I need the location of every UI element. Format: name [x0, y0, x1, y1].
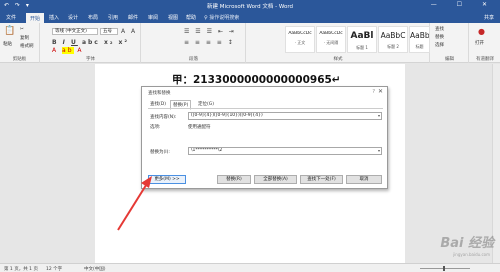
help-icon[interactable]: ?: [372, 89, 375, 95]
tab-find[interactable]: 查找(D): [148, 100, 168, 108]
paste-icon[interactable]: 📋: [4, 26, 15, 36]
zoom-slider[interactable]: [420, 268, 470, 269]
font-format-icons[interactable]: B I U abc x₂ x²: [52, 39, 129, 46]
window-controls[interactable]: — ☐ ✕: [431, 1, 496, 8]
font-group-label: 字体: [86, 57, 95, 62]
style-heading-1[interactable]: AaBl 标题 1: [347, 26, 377, 53]
styles-group: AaBbCcDc · 正文 AaBbCcDc · 无间隔 AaBl 标题 1 A…: [247, 23, 430, 63]
list-icons[interactable]: ☰ ☰ ☰ ⇤ ⇥: [184, 28, 236, 35]
tab-file[interactable]: 文件: [6, 14, 16, 21]
ribbon: 📋 粘贴 ✂ 复制 格式刷 剪贴板 等线 (中文正文) 五号 A A B I U…: [0, 23, 500, 63]
paragraph-group: ☰ ☰ ☰ ⇤ ⇥ ≡ ≡ ≡ ≡ ↕ 段落: [142, 23, 246, 63]
editing-group: 查找 替换 选择 编辑: [431, 23, 469, 63]
share-button[interactable]: 共享: [484, 14, 494, 21]
replace-button[interactable]: 替换: [435, 34, 444, 40]
alignment-icons[interactable]: ≡ ≡ ≡ ≡ ↕: [184, 39, 235, 46]
tab-design[interactable]: 设计: [68, 14, 78, 21]
zoom-slider-handle[interactable]: [443, 266, 445, 271]
font-group: 等线 (中文正文) 五号 A A B I U abc x₂ x² A ab A …: [41, 23, 141, 63]
options-value: 使用通配符: [188, 125, 211, 130]
tab-layout[interactable]: 布局: [88, 14, 98, 21]
editing-group-label: 编辑: [445, 57, 454, 62]
find-label: 查找内容(N):: [150, 115, 177, 120]
options-label: 选项:: [150, 125, 161, 130]
tab-view[interactable]: 视图: [168, 14, 178, 21]
tab-mailings[interactable]: 邮件: [128, 14, 138, 21]
baidu-watermark: Bai 经验: [440, 236, 494, 251]
annotation-arrow-icon: [117, 176, 152, 231]
replace-all-button[interactable]: 全部替换(A): [254, 175, 297, 184]
font-name-box[interactable]: 等线 (中文正文): [52, 28, 98, 35]
find-button[interactable]: 查找: [435, 26, 444, 32]
find-input[interactable]: ([0-9]{4})([0-9]{10})([0-9]{4}) ▾: [188, 112, 382, 120]
find-next-button[interactable]: 查找下一处(F): [300, 175, 343, 184]
word-count[interactable]: 12 个字: [46, 266, 62, 272]
clipboard-group-label: 剪贴板: [12, 57, 27, 62]
tab-review[interactable]: 审阅: [148, 14, 158, 21]
paragraph-group-label: 段落: [189, 57, 198, 62]
cut-button[interactable]: ✂: [20, 27, 24, 32]
baidu-watermark-url: jingyan.baidu.com: [453, 252, 490, 257]
replace-panel: 查找内容(N): ([0-9]{4})([0-9]{10})([0-9]{4})…: [148, 108, 383, 168]
tab-insert[interactable]: 插入: [49, 14, 59, 21]
tab-goto[interactable]: 定位(G): [196, 100, 216, 108]
dialog-title: 查找和替换: [148, 91, 171, 96]
page-count[interactable]: 第 1 页，共 1 页: [4, 266, 38, 272]
window-title: 新建 Microsoft Word 文档 - Word: [206, 4, 294, 10]
find-dropdown-icon[interactable]: ▾: [378, 113, 380, 119]
styles-group-label: 样式: [333, 57, 343, 62]
translate-icon[interactable]: ●: [478, 27, 485, 36]
arrow-head: [141, 176, 152, 188]
close-icon[interactable]: ✕: [378, 88, 383, 95]
language-indicator[interactable]: 中文(中国): [84, 266, 106, 272]
translate-group-label: 有道翻译: [476, 57, 494, 62]
tab-help[interactable]: 帮助: [186, 14, 196, 21]
replace-dropdown-icon[interactable]: ▾: [378, 148, 380, 154]
translate-open-button[interactable]: 打开: [475, 40, 484, 46]
arrow-shaft: [117, 181, 149, 231]
tab-references[interactable]: 引用: [108, 14, 118, 21]
replace-label: 替换为(I):: [150, 150, 170, 155]
status-bar: 第 1 页，共 1 页 12 个字 中文(中国): [0, 263, 500, 272]
translate-group: ● 打开 有道翻译: [470, 23, 500, 63]
style-title[interactable]: AaBbC 标题: [409, 26, 430, 53]
style-normal[interactable]: AaBbCcDc · 正文: [285, 26, 315, 53]
format-painter-button[interactable]: 格式刷: [20, 43, 34, 49]
style-heading-2[interactable]: AaBbC 标题 2: [378, 26, 408, 53]
style-no-spacing[interactable]: AaBbCcDc · 无间隔: [316, 26, 346, 53]
document-text[interactable]: 甲：2133000000000000965↵: [172, 72, 341, 87]
tab-home[interactable]: 开始: [26, 13, 45, 23]
title-bar: ↶ ↷ ▾ 新建 Microsoft Word 文档 - Word — ☐ ✕: [0, 0, 500, 12]
font-size-adjust-icons[interactable]: A A: [121, 28, 137, 35]
font-color-icons[interactable]: A ab A: [52, 47, 84, 54]
paste-button[interactable]: 粘贴: [3, 41, 12, 47]
clipboard-group: 📋 粘贴 ✂ 复制 格式刷 剪贴板: [0, 23, 40, 63]
font-size-box[interactable]: 五号: [100, 28, 118, 35]
select-button[interactable]: 选择: [435, 42, 444, 48]
replace-input[interactable]: \1**********\2 ▾: [188, 147, 382, 155]
ribbon-tabs: 文件 开始 插入 设计 布局 引用 邮件 审阅 视图 帮助 ♀ 操作说明搜索 共…: [0, 12, 500, 23]
replace-button[interactable]: 替换(R): [217, 175, 251, 184]
tell-me-search[interactable]: ♀ 操作说明搜索: [204, 14, 239, 21]
copy-button[interactable]: 复制: [20, 35, 29, 41]
cancel-button[interactable]: 取消: [346, 175, 382, 184]
